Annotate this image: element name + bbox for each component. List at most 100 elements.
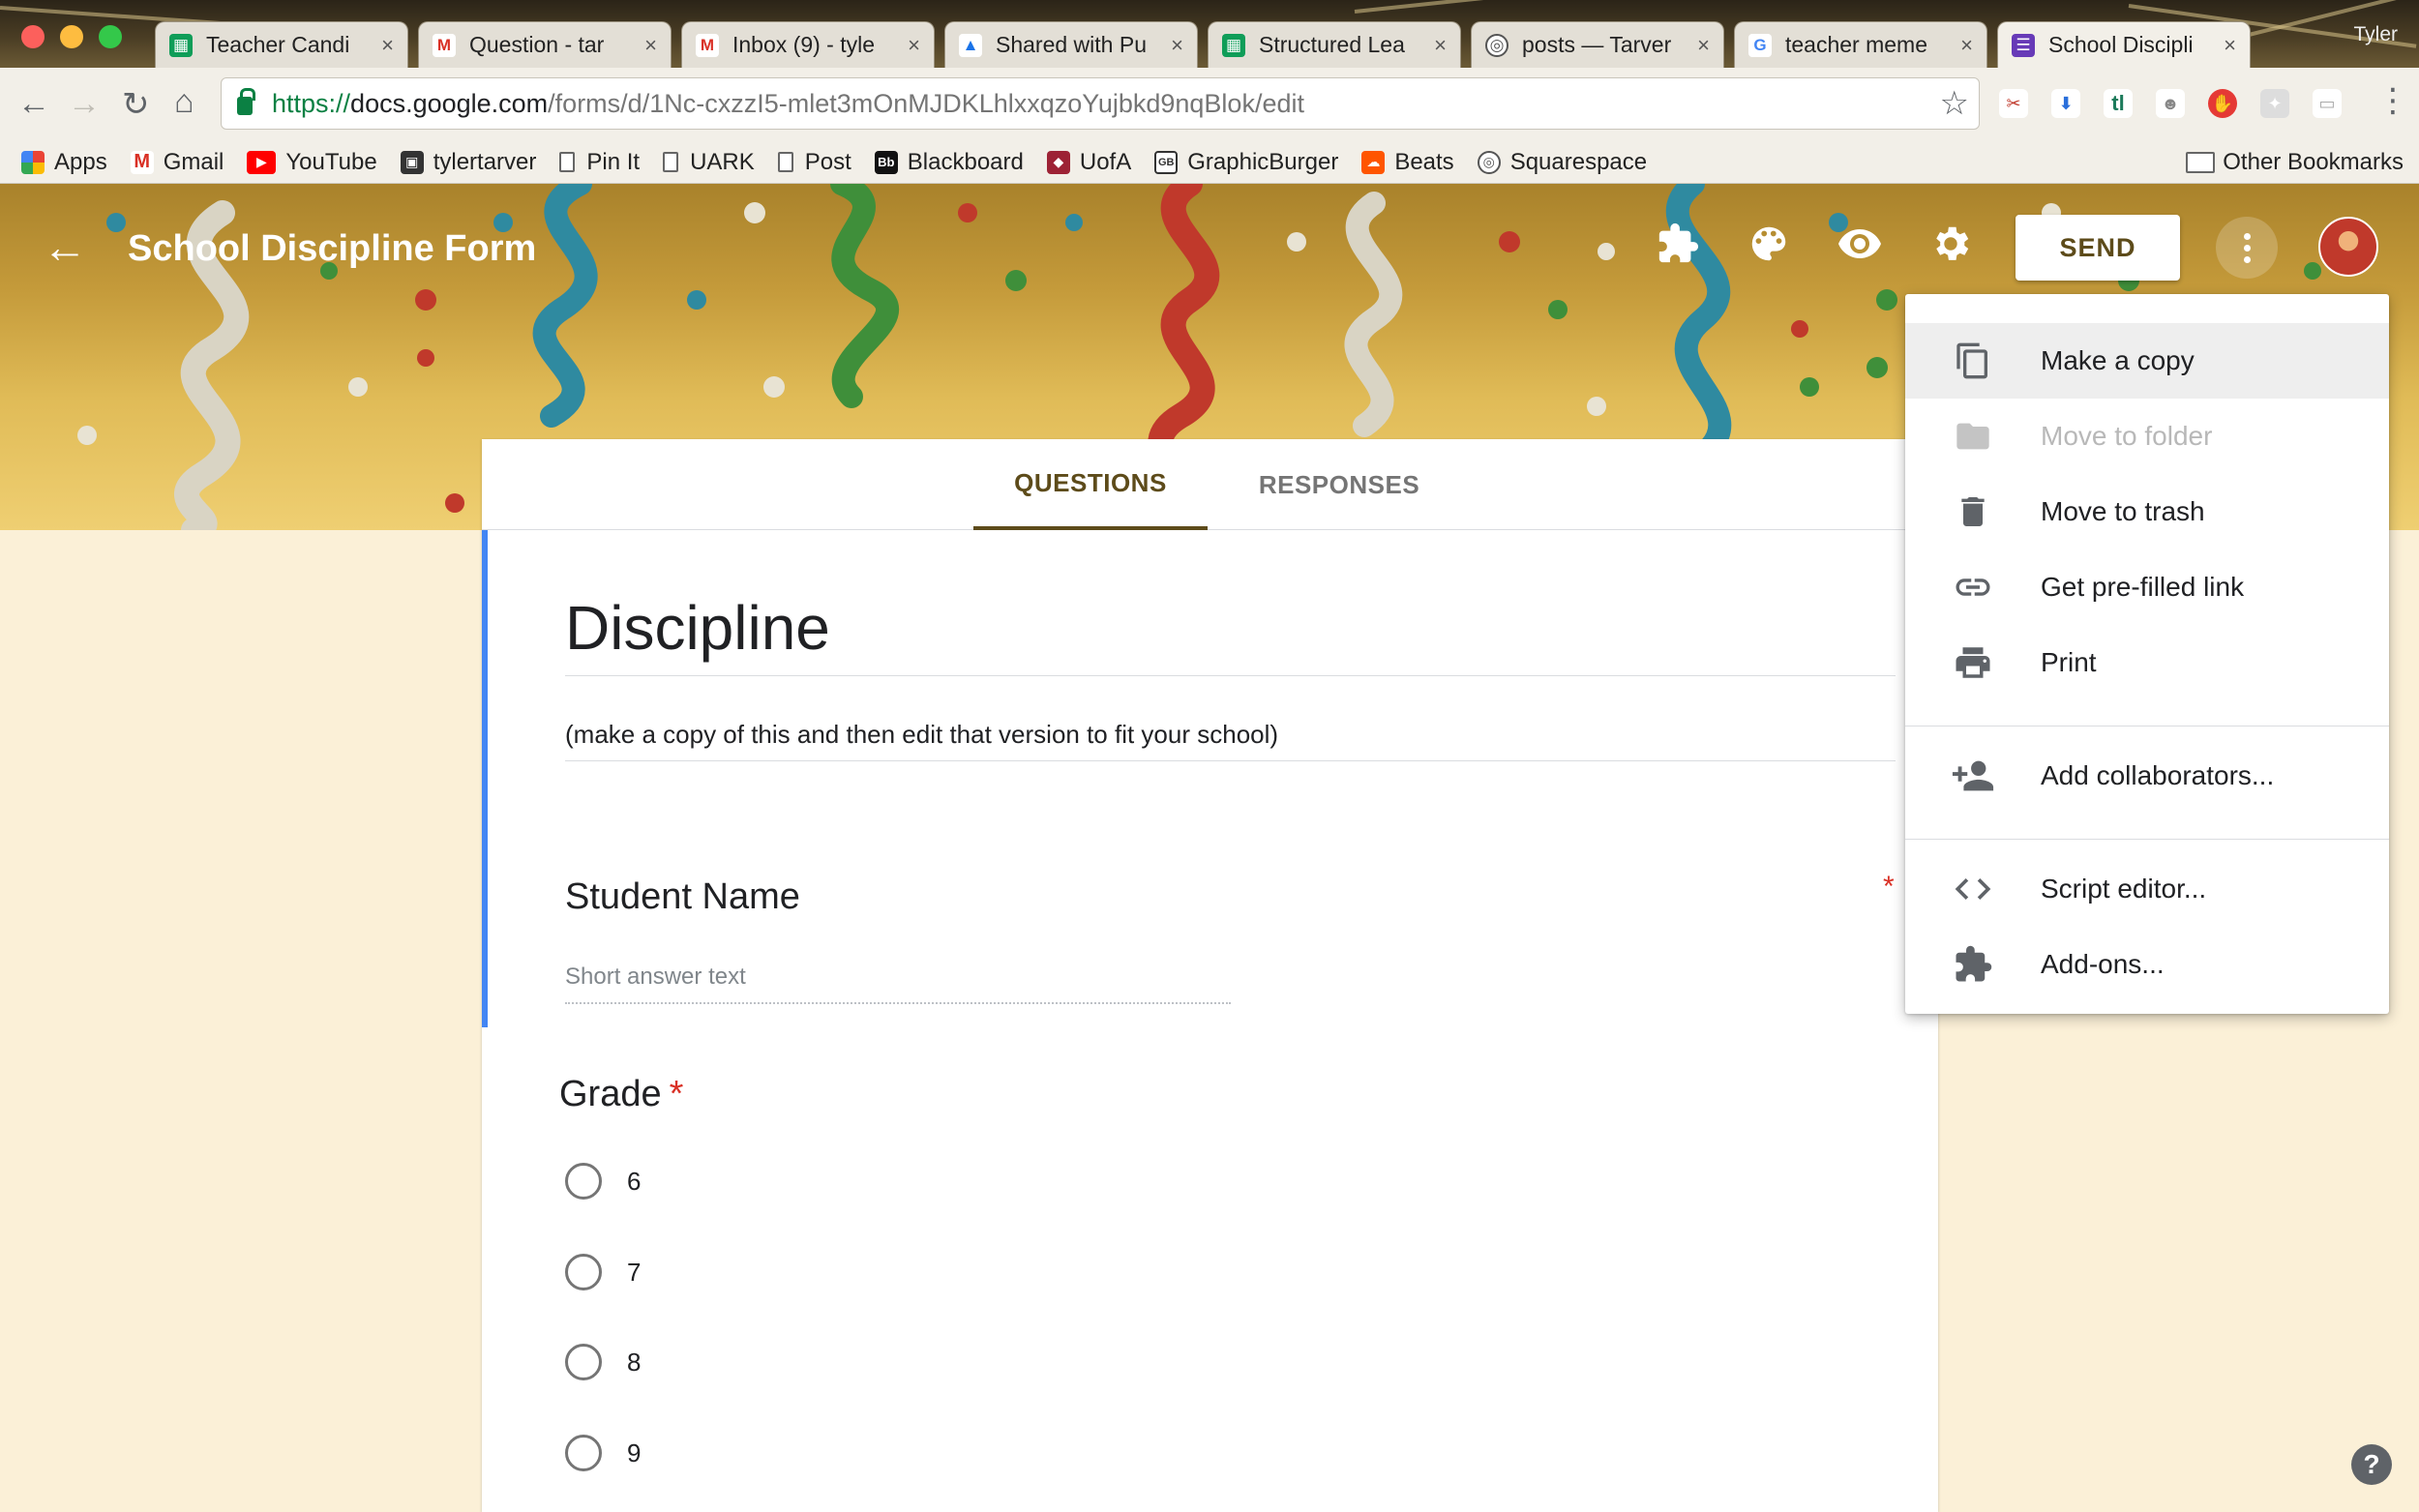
tab-close-icon[interactable]: × [1434, 33, 1447, 58]
form-description[interactable]: (make a copy of this and then edit that … [565, 720, 1278, 750]
menu-item-prefilled-link[interactable]: Get pre-filled link [1905, 549, 2389, 625]
home-icon[interactable]: ⌂ [174, 83, 194, 121]
url-scheme: https:// [272, 88, 351, 118]
tab-close-icon[interactable]: × [1697, 33, 1710, 58]
extension-tldr-icon[interactable]: tl [2104, 89, 2133, 118]
bookmark-label: Apps [54, 148, 107, 175]
form-heading[interactable]: Discipline [565, 592, 830, 664]
bookmark-post[interactable]: Post [777, 148, 851, 176]
tab-close-icon[interactable]: × [908, 33, 920, 58]
grade-option[interactable]: 8 [565, 1344, 641, 1380]
radio-button[interactable] [565, 1435, 602, 1471]
bookmark-apps[interactable]: Apps [21, 149, 107, 176]
menu-item-add-ons[interactable]: Add-ons... [1905, 927, 2389, 1002]
extension-alien-icon[interactable]: ☻ [2156, 89, 2185, 118]
menu-item-label: Add-ons... [2041, 949, 2165, 979]
back-icon[interactable]: ← [17, 85, 50, 123]
more-options-icon[interactable] [2216, 217, 2278, 279]
grade-option[interactable]: 9 [565, 1435, 641, 1471]
forms-icon: ☰ [2012, 33, 2035, 57]
browser-menu-icon[interactable]: ⋮ [2376, 81, 2409, 120]
help-icon[interactable]: ? [2351, 1444, 2392, 1485]
menu-item-move-to-folder[interactable]: Move to folder [1905, 399, 2389, 474]
window-minimize-button[interactable] [60, 25, 83, 48]
browser-tab[interactable]: ◎ posts — Tarver × [1471, 21, 1724, 68]
browser-tab[interactable]: M Question - tar × [418, 21, 672, 68]
browser-tab[interactable]: M Inbox (9) - tyle × [681, 21, 935, 68]
question-title-student-name[interactable]: Student Name [565, 876, 800, 918]
avatar[interactable] [2318, 217, 2378, 277]
extension-scissors-icon[interactable]: ✂ [1999, 89, 2028, 118]
bookmark-label: Post [804, 148, 851, 175]
menu-item-script-editor[interactable]: Script editor... [1905, 851, 2389, 927]
tab-close-icon[interactable]: × [644, 33, 657, 58]
window-close-button[interactable] [21, 25, 45, 48]
window-maximize-button[interactable] [99, 25, 122, 48]
browser-tab-active[interactable]: ☰ School Discipli × [1997, 21, 2251, 68]
form-tabs: QUESTIONS RESPONSES [482, 439, 1938, 530]
extension-adblock-icon[interactable]: ✋ [2208, 89, 2237, 118]
bookmark-blackboard[interactable]: Bb Blackboard [874, 149, 1024, 176]
folder-icon [1905, 417, 2041, 456]
browser-tab[interactable]: ▦ Teacher Candi × [155, 21, 408, 68]
bookmark-gmail[interactable]: M Gmail [130, 149, 224, 176]
bookmark-label: UARK [690, 148, 755, 175]
reload-icon[interactable]: ↻ [122, 85, 150, 124]
grade-option[interactable]: 6 [565, 1163, 641, 1200]
bookmark-tylertarver[interactable]: ▣ tylertarver [400, 149, 536, 176]
bookmark-uofa[interactable]: ◆ UofA [1046, 148, 1132, 176]
tab-title: posts — Tarver [1522, 32, 1672, 57]
menu-item-add-collaborators[interactable]: Add collaborators... [1905, 738, 2389, 814]
extension-drive-icon[interactable]: ⬇ [2051, 89, 2080, 118]
menu-item-label: Get pre-filled link [2041, 572, 2245, 602]
bookmark-label: UofA [1079, 148, 1132, 175]
radio-button[interactable] [565, 1163, 602, 1200]
copy-icon [1905, 341, 2041, 380]
send-button[interactable]: SEND [2016, 215, 2180, 281]
tab-questions[interactable]: QUESTIONS [973, 439, 1208, 530]
tab-close-icon[interactable]: × [381, 33, 394, 58]
bookmark-graphicburger[interactable]: GB GraphicBurger [1154, 149, 1338, 176]
folder-icon [2186, 152, 2216, 173]
google-icon: G [1748, 33, 1772, 57]
tab-close-icon[interactable]: × [2224, 33, 2236, 58]
trash-icon [1905, 492, 2041, 531]
tab-title: Question - tar [469, 32, 605, 57]
youtube-icon: ▶ [247, 150, 277, 174]
back-arrow-icon[interactable]: ← [43, 221, 87, 273]
bookmark-uark[interactable]: UARK [663, 149, 755, 176]
radio-button[interactable] [565, 1344, 602, 1380]
preview-eye-icon[interactable] [1837, 221, 1883, 267]
url-host: docs.google.com [350, 88, 549, 118]
settings-gear-icon[interactable] [1927, 221, 1974, 267]
form-title: School Discipline Form [128, 228, 537, 269]
extension-pin-icon[interactable]: ✦ [2260, 89, 2289, 118]
menu-item-print[interactable]: Print [1905, 625, 2389, 700]
bookmark-youtube[interactable]: ▶ YouTube [247, 149, 377, 176]
tab-close-icon[interactable]: × [1171, 33, 1183, 58]
grade-option[interactable]: 7 [565, 1254, 641, 1290]
menu-item-move-to-trash[interactable]: Move to trash [1905, 474, 2389, 549]
tab-responses[interactable]: RESPONSES [1225, 439, 1453, 530]
color-palette-icon[interactable] [1746, 221, 1792, 267]
browser-profile-name[interactable]: Tyler [2353, 23, 2398, 46]
tab-close-icon[interactable]: × [1960, 33, 1973, 58]
bookmark-beats[interactable]: ☁ Beats [1361, 149, 1454, 176]
option-label: 8 [627, 1347, 642, 1377]
menu-item-make-copy[interactable]: Make a copy [1905, 323, 2389, 399]
radio-button[interactable] [565, 1254, 602, 1290]
browser-tab[interactable]: G teacher meme × [1734, 21, 1987, 68]
form-header-section[interactable]: Discipline (make a copy of this and then… [482, 530, 1938, 1027]
browser-tab[interactable]: ▦ Structured Lea × [1208, 21, 1461, 68]
bookmark-star-icon[interactable]: ☆ [1940, 84, 1969, 123]
browser-tab[interactable]: ▲ Shared with Pu × [944, 21, 1198, 68]
bookmark-pin-it[interactable]: Pin It [559, 149, 640, 176]
bookmark-squarespace[interactable]: ◎ Squarespace [1477, 149, 1647, 176]
extension-cast-icon[interactable]: ▭ [2313, 89, 2342, 118]
tab-title: Shared with Pu [996, 32, 1147, 57]
addons-puzzle-icon[interactable] [1655, 221, 1701, 267]
address-bar[interactable]: https://docs.google.com/forms/d/1Nc-cxzz… [221, 77, 1980, 130]
question-title-grade[interactable]: Grade * [559, 1074, 683, 1115]
forward-icon[interactable]: → [68, 85, 101, 123]
other-bookmarks[interactable]: Other Bookmarks [2186, 141, 2404, 184]
